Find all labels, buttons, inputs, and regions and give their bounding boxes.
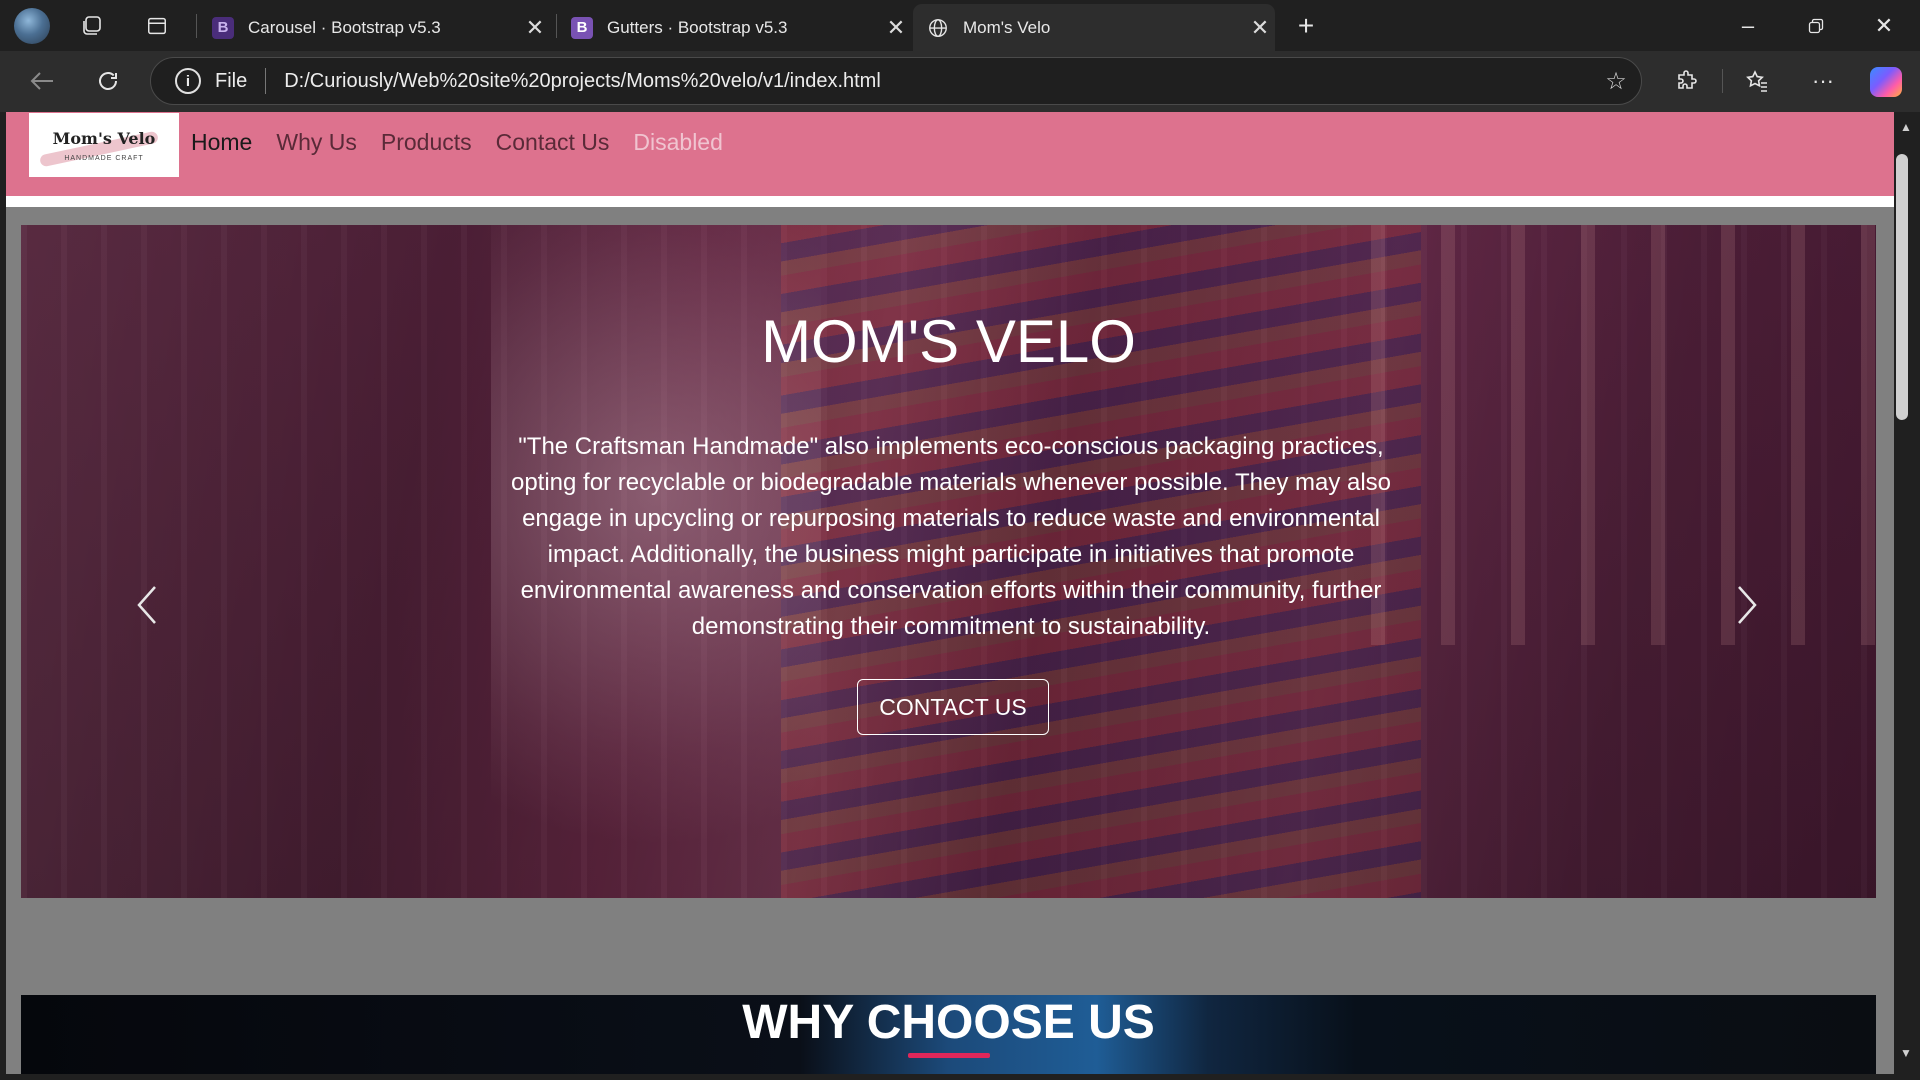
hero-carousel: MOM'S VELO "The Craftsman Handmade" also… <box>21 225 1876 898</box>
navbar-bottom-strip <box>6 196 1894 207</box>
copilot-icon[interactable] <box>1870 67 1902 97</box>
hero-image-railing <box>1371 225 1876 645</box>
nav-home[interactable]: Home <box>191 129 252 156</box>
star-icon[interactable]: ☆ <box>1591 67 1641 96</box>
close-tab-icon[interactable]: ✕ <box>881 15 911 41</box>
hero-title: MOM'S VELO <box>761 308 1136 375</box>
nav-links: Home Why Us Products Contact Us Disabled <box>191 122 747 162</box>
tab-carousel[interactable]: B Carousel · Bootstrap v5.3 ✕ <box>198 4 550 51</box>
page-viewport: Mom's Velo HANDMADE CRAFT Home Why Us Pr… <box>6 112 1894 1074</box>
site-navbar: Mom's Velo HANDMADE CRAFT Home Why Us Pr… <box>6 112 1894 196</box>
tab-actions-icon[interactable] <box>142 12 172 40</box>
restore-icon[interactable] <box>1782 0 1850 51</box>
info-icon[interactable]: i <box>175 68 201 94</box>
new-tab-icon[interactable]: + <box>1290 10 1322 42</box>
site-logo[interactable]: Mom's Velo HANDMADE CRAFT <box>29 113 179 177</box>
tab-separator <box>196 14 197 38</box>
minimize-icon[interactable]: – <box>1714 0 1782 51</box>
profile-avatar[interactable] <box>14 8 50 44</box>
hero-text: "The Craftsman Handmade" also implements… <box>510 433 1392 640</box>
toolbar-divider <box>1722 69 1723 93</box>
close-icon[interactable]: ✕ <box>1850 0 1918 51</box>
browser-tab-bar: B Carousel · Bootstrap v5.3 ✕ B Gutters … <box>0 0 1920 51</box>
favorites-icon[interactable] <box>1740 65 1774 97</box>
why-title: WHY CHOOSE US <box>742 996 1155 1049</box>
tab-title: Gutters · Bootstrap v5.3 <box>607 17 788 37</box>
bootstrap-icon: B <box>212 16 234 39</box>
tab-title: Mom's Velo <box>963 17 1051 37</box>
close-tab-icon[interactable]: ✕ <box>1245 15 1275 41</box>
address-divider <box>265 68 267 94</box>
workspaces-icon[interactable] <box>76 12 106 40</box>
close-tab-icon[interactable]: ✕ <box>520 15 550 41</box>
globe-icon <box>927 17 949 39</box>
scroll-down-icon[interactable]: ▼ <box>1900 1046 1912 1060</box>
tab-moms-velo[interactable]: Mom's Velo ✕ <box>913 4 1275 51</box>
nav-contact-us[interactable]: Contact Us <box>496 129 610 156</box>
nav-disabled: Disabled <box>633 128 723 155</box>
scheme-label: File <box>215 69 248 92</box>
tab-gutters[interactable]: B Gutters · Bootstrap v5.3 ✕ <box>557 4 911 51</box>
why-title-underline <box>908 1053 990 1058</box>
more-icon[interactable]: ··· <box>1806 65 1840 97</box>
scrollbar-thumb[interactable] <box>1896 154 1908 420</box>
browser-toolbar: i File D:/Curiously/Web%20site%20project… <box>0 51 1920 112</box>
back-icon[interactable] <box>24 65 60 97</box>
bootstrap-icon: B <box>571 16 593 39</box>
url-text[interactable]: D:/Curiously/Web%20site%20projects/Moms%… <box>284 70 1591 93</box>
nav-products[interactable]: Products <box>381 129 472 156</box>
address-bar[interactable]: i File D:/Curiously/Web%20site%20project… <box>150 57 1642 105</box>
refresh-icon[interactable] <box>90 65 126 97</box>
contact-us-button[interactable]: CONTACT US <box>857 679 1049 735</box>
why-choose-us-section: WHY CHOOSE US <box>21 995 1876 1074</box>
logo-name: Mom's Velo <box>52 129 156 148</box>
tab-title: Carousel · Bootstrap v5.3 <box>248 17 441 37</box>
logo-tagline: HANDMADE CRAFT <box>64 155 144 162</box>
carousel-prev-icon[interactable] <box>127 575 167 635</box>
carousel-next-icon[interactable] <box>1727 575 1767 635</box>
extensions-icon[interactable] <box>1670 65 1704 97</box>
nav-why-us[interactable]: Why Us <box>276 129 357 156</box>
scroll-up-icon[interactable]: ▲ <box>1900 120 1912 134</box>
